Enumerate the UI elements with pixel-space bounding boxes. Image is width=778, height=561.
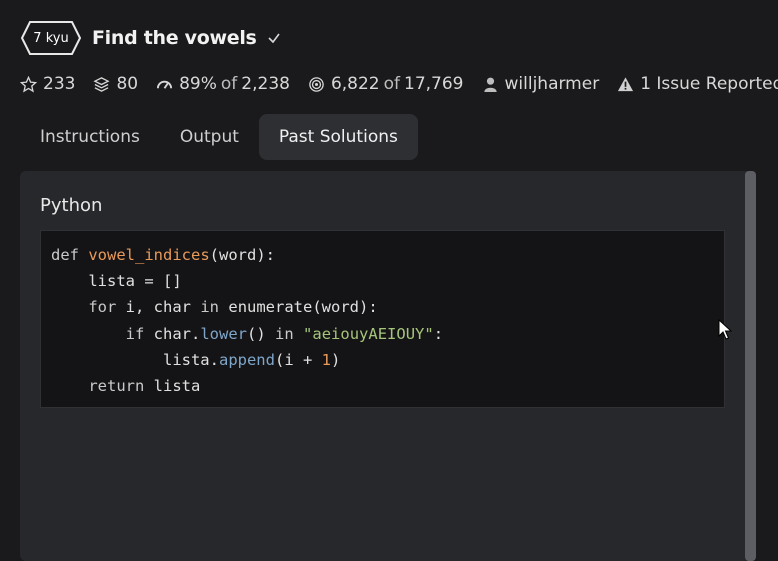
collection-icon	[93, 76, 111, 92]
code-text: :	[433, 324, 444, 343]
completed-count: 6,822	[330, 74, 380, 94]
code-function-name: vowel_indices	[88, 246, 210, 264]
kata-header: 7 kyu Find the vowels	[20, 20, 281, 56]
stars-count: 233	[43, 74, 76, 94]
panel-scrollbar[interactable]	[745, 171, 756, 561]
past-solutions-panel: Python def vowel_indices(word): lista = …	[20, 171, 756, 561]
satisfaction-stat: 89% of 2,238	[156, 74, 290, 94]
code-keyword: def	[51, 246, 79, 264]
check-icon	[267, 33, 280, 44]
kata-tabs: Instructions Output Past Solutions	[20, 114, 418, 160]
mouse-pointer-icon	[718, 319, 732, 340]
stars-stat[interactable]: 233	[20, 74, 75, 94]
code-keyword: for	[88, 298, 117, 317]
code-text: (i +	[274, 350, 322, 369]
rank-label: 7 kyu	[33, 30, 69, 46]
code-method: lower	[200, 324, 248, 343]
code-text: i, char	[125, 298, 191, 317]
completed-total: 17,769	[404, 74, 464, 94]
satisfaction-icon	[157, 80, 173, 89]
code-number: 1	[321, 350, 331, 369]
kata-title: Find the vowels	[92, 27, 257, 49]
code-text: )	[331, 350, 341, 369]
collections-count: 80	[116, 74, 139, 94]
author-name: willjharmer	[504, 74, 600, 94]
rank-badge[interactable]: 7 kyu	[20, 20, 82, 56]
kata-stats: 233 80 89% of 2,238 6,822 of 17,769 will…	[20, 72, 778, 96]
code-keyword: return	[88, 377, 145, 396]
completed-stat: 6,822 of 17,769	[308, 74, 464, 94]
solution-code-block: def vowel_indices(word): lista = [] for …	[40, 230, 725, 408]
tab-output[interactable]: Output	[160, 114, 259, 160]
code-string: "aeiouyAEIOUY"	[303, 324, 434, 343]
tab-instructions[interactable]: Instructions	[20, 114, 160, 160]
warning-icon	[618, 76, 634, 91]
code-keyword: in	[275, 324, 294, 343]
code-text: char.	[153, 324, 201, 343]
code-text: ()	[247, 324, 266, 343]
code-method: append	[218, 350, 275, 369]
code-text: lista = []	[88, 272, 182, 291]
code-keyword: if	[125, 324, 145, 343]
satisfaction-pct: 89%	[179, 74, 217, 94]
satisfaction-total: 2,238	[241, 74, 290, 94]
code-text: enumerate(word):	[228, 298, 378, 317]
solution-language: Python	[40, 195, 103, 216]
collections-stat[interactable]: 80	[93, 74, 138, 94]
user-icon	[483, 77, 497, 92]
issues-label: 1 Issue Reported	[640, 74, 778, 94]
star-icon	[20, 75, 37, 92]
issues-stat[interactable]: 1 Issue Reported	[617, 74, 778, 94]
tab-past-solutions[interactable]: Past Solutions	[258, 114, 418, 160]
code-text: (word):	[209, 246, 275, 264]
completed-of: of	[383, 74, 401, 94]
code-text: lista	[153, 377, 201, 396]
completed-icon	[309, 76, 324, 92]
satisfaction-of: of	[220, 74, 238, 94]
code-keyword: in	[200, 298, 220, 317]
code-text: lista.	[162, 350, 219, 369]
author-stat[interactable]: willjharmer	[482, 74, 600, 94]
